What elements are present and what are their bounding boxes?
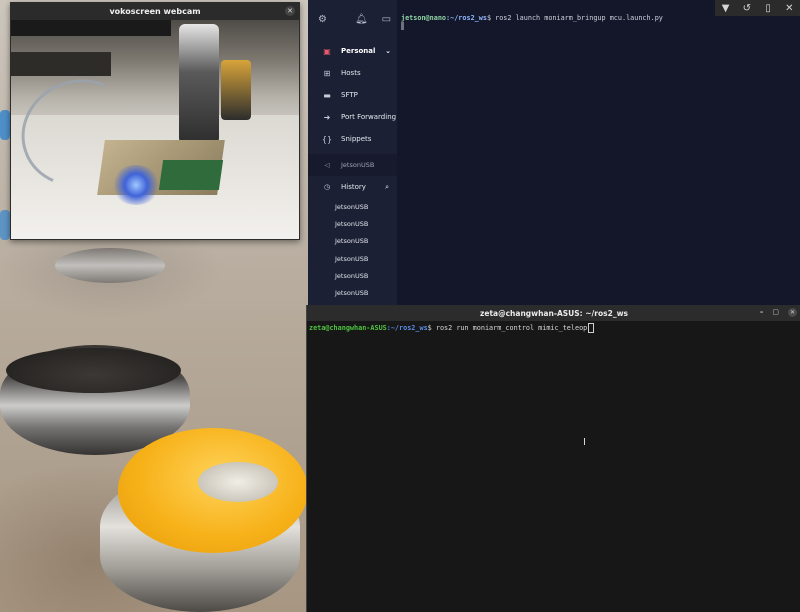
terminal-icon[interactable]: ▭	[382, 14, 391, 25]
history-item[interactable]: JetsonUSB	[308, 233, 397, 250]
history-item[interactable]: JetsonUSB	[308, 267, 397, 284]
maximize-icon[interactable]: ▢	[772, 308, 779, 317]
sidebar-item-port-forwarding[interactable]: ➜ Port Forwarding	[308, 106, 397, 128]
prompt-path: :~/ros2_ws	[446, 14, 487, 22]
video-detail	[179, 24, 219, 144]
search-icon[interactable]: ⌕	[385, 183, 389, 192]
history-header[interactable]: ◷ History ⌕	[308, 176, 397, 198]
sidebar-toolbar: ⚙ 🔔︎ ▭	[308, 0, 397, 38]
folder-icon: ▬	[323, 90, 331, 100]
system-tray: ▼ ↺ ▯ ✕	[715, 0, 800, 16]
terminal-line: jetson@nano:~/ros2_ws$ ros2 launch monia…	[401, 14, 663, 22]
session-caret-icon: ◁	[324, 161, 330, 169]
close-icon[interactable]: ✕	[783, 3, 795, 14]
sidebar-item-label: Hosts	[341, 69, 361, 77]
terminal-line: zeta@changwhan-ASUS:~/ros2_ws$ ros2 run …	[309, 323, 595, 333]
close-icon[interactable]: ✕	[788, 308, 797, 317]
session-label: JetsonUSB	[341, 161, 375, 169]
sidebar-item-label: SFTP	[341, 91, 358, 99]
vault-selector[interactable]: ▣ Personal ⌄	[308, 40, 397, 62]
close-icon[interactable]: ✕	[285, 6, 295, 16]
webcam-window: vokoscreen webcam ✕	[10, 2, 300, 240]
termius-terminal[interactable]: jetson@nano:~/ros2_ws$ ros2 launch monia…	[397, 0, 800, 305]
sidebar-item-label: Port Forwarding	[341, 113, 397, 121]
window-icon[interactable]: ▯	[762, 3, 774, 14]
window-controls: – ▢ ✕	[760, 308, 797, 317]
webcam-video-feed	[11, 20, 299, 239]
prompt-user: zeta@changwhan-ASUS	[309, 324, 387, 332]
history-item[interactable]: JetsonUSB	[308, 284, 397, 301]
history-item[interactable]: JetsonUSB	[308, 198, 397, 215]
video-detail	[111, 165, 161, 205]
history-item[interactable]: JetsonUSB	[308, 250, 397, 267]
vault-label: Personal	[341, 47, 376, 55]
mouse-ibeam-icon: I	[583, 437, 586, 448]
terminal-cursor	[401, 22, 404, 30]
terminal-command: $ ros2 run moniarm_control mimic_teleop	[427, 324, 588, 332]
minimize-icon[interactable]: –	[760, 308, 764, 317]
vault-icon: ▣	[323, 46, 331, 56]
gear-icon[interactable]: ⚙	[318, 14, 327, 25]
window-title: vokoscreen webcam	[109, 6, 201, 16]
dropdown-icon[interactable]: ▼	[720, 3, 732, 14]
bell-icon[interactable]: 🔔︎	[355, 14, 368, 25]
prompt-user: jetson@nano	[401, 14, 447, 22]
history-item[interactable]: JetsonUSB	[308, 215, 397, 232]
active-session-item[interactable]: ◁ JetsonUSB	[308, 154, 397, 176]
wallpaper-detail	[198, 462, 278, 502]
sidebar-item-hosts[interactable]: ⊞ Hosts	[308, 62, 397, 84]
clock-icon: ◷	[323, 183, 331, 191]
video-detail	[221, 60, 251, 120]
wallpaper-detail	[55, 248, 165, 283]
chevron-down-icon: ⌄	[385, 47, 391, 55]
rotate-icon[interactable]: ↺	[741, 3, 753, 14]
wallpaper-detail	[0, 110, 10, 140]
terminal-cursor	[588, 323, 595, 333]
arrow-right-icon: ➜	[323, 112, 331, 122]
hosts-icon: ⊞	[323, 68, 331, 78]
webcam-titlebar[interactable]: vokoscreen webcam ✕	[10, 2, 300, 20]
video-detail	[11, 20, 171, 36]
terminal-body[interactable]: zeta@changwhan-ASUS:~/ros2_ws$ ros2 run …	[307, 321, 800, 612]
history-label: History	[341, 183, 366, 191]
wallpaper-detail	[6, 348, 181, 393]
video-detail	[11, 52, 111, 76]
window-title: zeta@changwhan-ASUS: ~/ros2_ws	[480, 308, 628, 318]
sidebar-item-snippets[interactable]: {} Snippets	[308, 128, 397, 150]
sidebar-item-sftp[interactable]: ▬ SFTP	[308, 84, 397, 106]
terminal-command: $ ros2 launch moniarm_bringup mcu.launch…	[486, 14, 663, 22]
video-detail	[158, 160, 224, 190]
terminal-titlebar[interactable]: zeta@changwhan-ASUS: ~/ros2_ws – ▢ ✕	[307, 305, 800, 321]
braces-icon: {}	[321, 134, 333, 144]
sidebar-item-label: Snippets	[341, 135, 372, 143]
termius-sidebar: ⚙ 🔔︎ ▭ ▣ Personal ⌄ ⊞ Hosts ▬ SFTP ➜ Por…	[308, 0, 397, 305]
prompt-path: :~/ros2_ws	[386, 324, 428, 332]
termius-window: ⚙ 🔔︎ ▭ ▣ Personal ⌄ ⊞ Hosts ▬ SFTP ➜ Por…	[308, 0, 800, 305]
terminal-window: zeta@changwhan-ASUS: ~/ros2_ws – ▢ ✕ zet…	[306, 305, 800, 612]
wallpaper-detail	[0, 210, 10, 240]
